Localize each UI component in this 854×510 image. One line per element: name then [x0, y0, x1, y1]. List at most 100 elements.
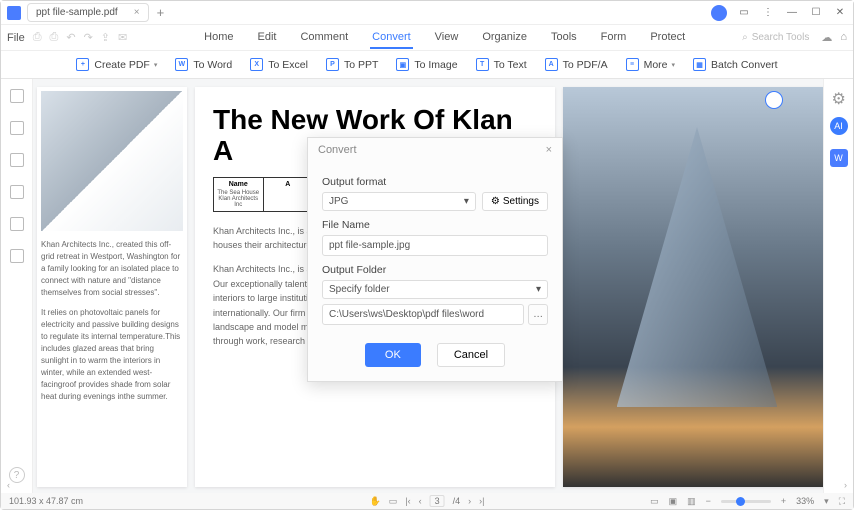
menu-convert[interactable]: Convert: [370, 27, 413, 49]
to-excel-button[interactable]: XTo Excel: [250, 58, 308, 71]
menu-view[interactable]: View: [433, 27, 461, 49]
mail-icon[interactable]: ✉: [118, 31, 127, 44]
hand-tool-icon[interactable]: ✋: [370, 496, 381, 507]
redo-icon[interactable]: ↷: [84, 31, 93, 44]
convert-dialog: Convert × Output format JPG ▾ ⚙ Settings…: [307, 137, 563, 382]
page-right: [563, 87, 823, 487]
dialog-title: Convert: [318, 144, 357, 156]
search-panel-icon[interactable]: [10, 217, 24, 231]
view-mode-icon[interactable]: ▥: [687, 496, 696, 507]
cancel-button[interactable]: Cancel: [437, 343, 505, 367]
zoom-slider[interactable]: [721, 500, 771, 503]
fullscreen-icon[interactable]: ⛶: [839, 496, 845, 507]
scroll-nav: ‹ ›: [1, 478, 853, 492]
dialog-close-icon[interactable]: ×: [546, 144, 552, 156]
zoom-in-icon[interactable]: +: [781, 496, 786, 506]
first-page-icon[interactable]: |‹: [405, 496, 410, 506]
user-avatar[interactable]: [711, 5, 727, 21]
kebab-icon[interactable]: ⋮: [761, 6, 775, 20]
to-text-button[interactable]: TTo Text: [476, 58, 527, 71]
last-page-icon[interactable]: ›|: [479, 496, 484, 506]
bookmarks-icon[interactable]: [10, 121, 24, 135]
menu-protect[interactable]: Protect: [648, 27, 687, 49]
page-image: [41, 91, 183, 231]
output-format-select[interactable]: JPG ▾: [322, 192, 476, 211]
scroll-right-icon[interactable]: ›: [844, 480, 847, 490]
search-tools[interactable]: ⌕ Search Tools: [742, 32, 809, 43]
cloud-icon[interactable]: ☁: [821, 31, 832, 44]
menu-organize[interactable]: Organize: [480, 27, 529, 49]
browse-button[interactable]: …: [528, 304, 548, 325]
app-icon: [7, 6, 21, 20]
layers-icon[interactable]: [10, 249, 24, 263]
left-sidebar: ?: [1, 79, 33, 493]
zoom-out-icon[interactable]: −: [706, 496, 711, 506]
right-sidebar: ⚙ AI W: [823, 79, 853, 493]
page-number-input[interactable]: 3: [435, 496, 440, 506]
search-placeholder: Search Tools: [752, 32, 810, 43]
doc-text: Khan Architects Inc., created this off-g…: [41, 239, 183, 299]
close-window-button[interactable]: ✕: [833, 6, 847, 20]
batch-convert-button[interactable]: ▦Batch Convert: [693, 58, 778, 71]
menu-edit[interactable]: Edit: [255, 27, 278, 49]
file-name-input[interactable]: [322, 235, 548, 256]
output-folder-select[interactable]: Specify folder ▾: [322, 280, 548, 299]
maximize-button[interactable]: ☐: [809, 6, 823, 20]
chevron-down-icon: ▾: [536, 284, 541, 295]
properties-icon[interactable]: ⚙: [832, 89, 846, 103]
chevron-down-icon: ▾: [464, 196, 469, 207]
next-page-icon[interactable]: ›: [468, 496, 471, 506]
file-name-label: File Name: [322, 219, 548, 231]
print-icon[interactable]: ⎙: [50, 31, 59, 44]
to-image-button[interactable]: ▣To Image: [396, 58, 457, 71]
word-export-icon[interactable]: W: [830, 149, 848, 167]
page-total: /4: [453, 496, 461, 506]
attachment-icon[interactable]: [10, 185, 24, 199]
to-word-button[interactable]: WTo Word: [175, 58, 232, 71]
title-bar: ppt file-sample.pdf × + ▭ ⋮ — ☐ ✕: [1, 1, 853, 25]
fit-page-icon[interactable]: ▣: [669, 496, 678, 507]
output-format-label: Output format: [322, 176, 548, 188]
gear-icon: ⚙: [491, 196, 500, 207]
share-icon[interactable]: ⇪: [101, 31, 110, 44]
star-icon[interactable]: [10, 153, 24, 167]
create-pdf-button[interactable]: +Create PDF▾: [76, 58, 157, 71]
output-path-input[interactable]: [322, 304, 524, 325]
menu-tools[interactable]: Tools: [549, 27, 579, 49]
to-ppt-button[interactable]: PTo PPT: [326, 58, 378, 71]
select-tool-icon[interactable]: ▭: [389, 496, 398, 507]
cursor-position: 101.93 x 47.87 cm: [9, 496, 83, 506]
fit-width-icon[interactable]: ▭: [650, 496, 659, 507]
convert-toolbar: +Create PDF▾ WTo Word XTo Excel PTo PPT …: [1, 51, 853, 79]
new-tab-button[interactable]: +: [157, 5, 165, 20]
tab-close-icon[interactable]: ×: [134, 7, 140, 18]
scroll-left-icon[interactable]: ‹: [7, 480, 10, 490]
menu-comment[interactable]: Comment: [298, 27, 350, 49]
undo-icon[interactable]: ↶: [66, 31, 75, 44]
zoom-level: 33%: [796, 496, 814, 506]
thumbnails-icon[interactable]: [10, 89, 24, 103]
prev-page-icon[interactable]: ‹: [419, 496, 422, 506]
settings-button[interactable]: ⚙ Settings: [482, 192, 548, 211]
output-folder-label: Output Folder: [322, 264, 548, 276]
ok-button[interactable]: OK: [365, 343, 421, 367]
file-menu[interactable]: File: [7, 32, 25, 44]
doc-table: NameThe Sea House Klan Architects Inc A: [213, 177, 313, 212]
search-icon: ⌕: [742, 32, 748, 43]
ai-icon[interactable]: AI: [830, 117, 848, 135]
menu-home[interactable]: Home: [202, 27, 235, 49]
zoom-dropdown-icon[interactable]: ▾: [824, 496, 829, 507]
minimize-button[interactable]: —: [785, 6, 799, 20]
page-badge-icon[interactable]: [765, 91, 783, 109]
page-left: Khan Architects Inc., created this off-g…: [37, 87, 187, 487]
status-bar: 101.93 x 47.87 cm ✋ ▭ |‹ ‹ 3 /4 › ›| ▭ ▣…: [1, 493, 853, 509]
menu-form[interactable]: Form: [599, 27, 629, 49]
save-icon[interactable]: ⎙: [33, 31, 42, 44]
tab-label: ppt file-sample.pdf: [36, 7, 118, 18]
feedback-icon[interactable]: ▭: [737, 6, 751, 20]
more-button[interactable]: ≡More▾: [626, 58, 675, 71]
home-icon[interactable]: ⌂: [840, 31, 847, 44]
doc-text: It relies on photovoltaic panels for ele…: [41, 307, 183, 403]
to-pdfa-button[interactable]: ATo PDF/A: [545, 58, 608, 71]
document-tab[interactable]: ppt file-sample.pdf ×: [27, 3, 149, 22]
